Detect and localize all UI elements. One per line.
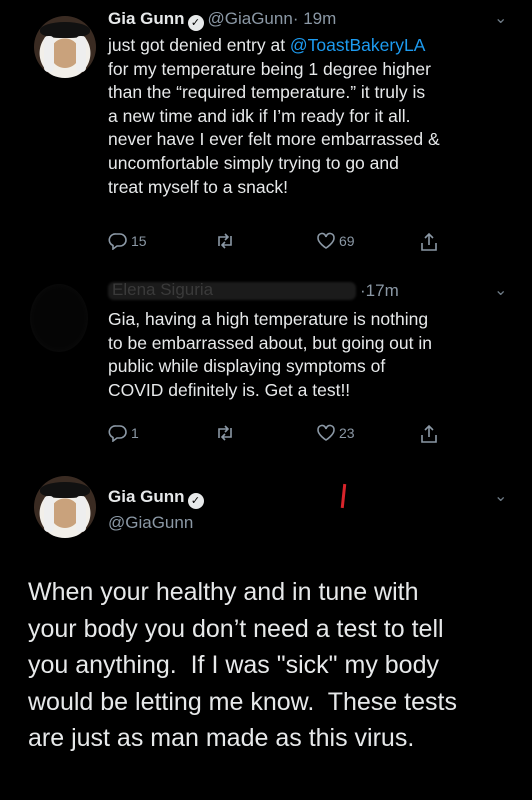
tweet3-header: Gia Gunn ✓ <box>108 486 208 509</box>
author-handle[interactable]: @GiaGunn <box>208 9 293 28</box>
tweet2-text: Gia, having a high temperature is nothin… <box>108 308 518 402</box>
tweet2-line-3: public while displaying symptoms of <box>108 356 386 377</box>
like-icon <box>317 232 335 249</box>
tweet1-line-5: never have I ever felt more embarrassed … <box>108 129 440 150</box>
author-handle[interactable]: @GiaGunn <box>108 512 193 534</box>
tweet-time[interactable]: · 19m <box>293 9 336 28</box>
tweet3-line-5: are just as man made as this virus. <box>28 724 415 752</box>
tweet1-line-3: than the “required temperature.” it trul… <box>108 82 426 103</box>
retweet-button[interactable] <box>214 424 239 442</box>
verified-badge-icon: ✓ <box>187 15 204 31</box>
tweet1-line-2: for my temperature being 1 degree higher <box>108 58 431 79</box>
tweet3-line-1: When your healthy and in tune with <box>28 578 419 606</box>
mention-link[interactable]: @ToastBakeryLA <box>290 35 425 55</box>
tweet1-line-7: treat myself to a snack! <box>108 176 288 197</box>
like-icon <box>317 424 335 441</box>
tweet1-line-1: just got denied entry at @ToastBakeryLA <box>108 35 426 55</box>
tweet1-line-4: a new time and idk if I’m ready for it a… <box>108 105 411 126</box>
retweet-icon <box>218 233 232 249</box>
avatar-gia-gunn[interactable] <box>34 16 96 78</box>
chevron-down-icon[interactable]: ⌄ <box>494 486 507 506</box>
author-name[interactable]: Gia Gunn <box>108 9 185 28</box>
like-count: 23 <box>339 425 355 441</box>
share-icon <box>421 232 437 251</box>
author-name[interactable]: Gia Gunn <box>108 487 185 506</box>
tweet1-line-6: uncomfortable simply trying to go and <box>108 152 399 173</box>
tweet3-line-3: you anything. If I was "sick" my body <box>28 651 439 679</box>
chevron-down-icon[interactable]: ⌄ <box>494 280 507 300</box>
share-button[interactable] <box>420 424 441 444</box>
avatar-gia-gunn[interactable] <box>34 476 96 538</box>
tweet2-line-2: to be embarrassed about, but going out i… <box>108 332 432 353</box>
tweet3-text: When your healthy and in tune with your … <box>28 574 518 757</box>
tweet3-line-4: would be letting me know. These tests <box>28 687 457 716</box>
share-button[interactable] <box>420 232 441 252</box>
red-annotation-mark <box>340 483 347 509</box>
like-button[interactable]: 23 <box>316 424 355 442</box>
share-icon <box>421 424 437 443</box>
like-count: 69 <box>339 233 355 249</box>
retweet-button[interactable] <box>214 232 239 250</box>
reply-count: 15 <box>131 233 147 249</box>
chevron-down-icon[interactable]: ⌄ <box>494 8 507 28</box>
redacted-author-name[interactable]: Elena Siguria <box>112 280 213 300</box>
tweet1-actions: 15 69 <box>108 232 528 256</box>
tweet2-actions: 1 23 <box>108 424 528 448</box>
tweet1-text: just got denied entry at @ToastBakeryLA … <box>108 34 518 199</box>
reply-button[interactable]: 1 <box>108 424 139 443</box>
tweet1-header: Gia Gunn ✓ @GiaGunn· 19m <box>108 8 336 31</box>
reply-button[interactable]: 15 <box>108 232 147 251</box>
tweet2-line-4: COVID definitely is. Get a test!! <box>108 379 351 400</box>
redacted-avatar[interactable] <box>30 284 88 352</box>
tweet-time[interactable]: ·17m <box>360 280 399 302</box>
like-button[interactable]: 69 <box>316 232 355 250</box>
tweet2-line-1: Gia, having a high temperature is nothin… <box>108 309 429 329</box>
verified-badge-icon: ✓ <box>187 493 204 509</box>
reply-count: 1 <box>131 425 139 441</box>
retweet-icon <box>218 425 232 441</box>
tweet3-line-2: your body you don’t need a test to tell <box>28 614 444 643</box>
reply-icon <box>108 233 127 251</box>
reply-icon <box>108 425 127 443</box>
